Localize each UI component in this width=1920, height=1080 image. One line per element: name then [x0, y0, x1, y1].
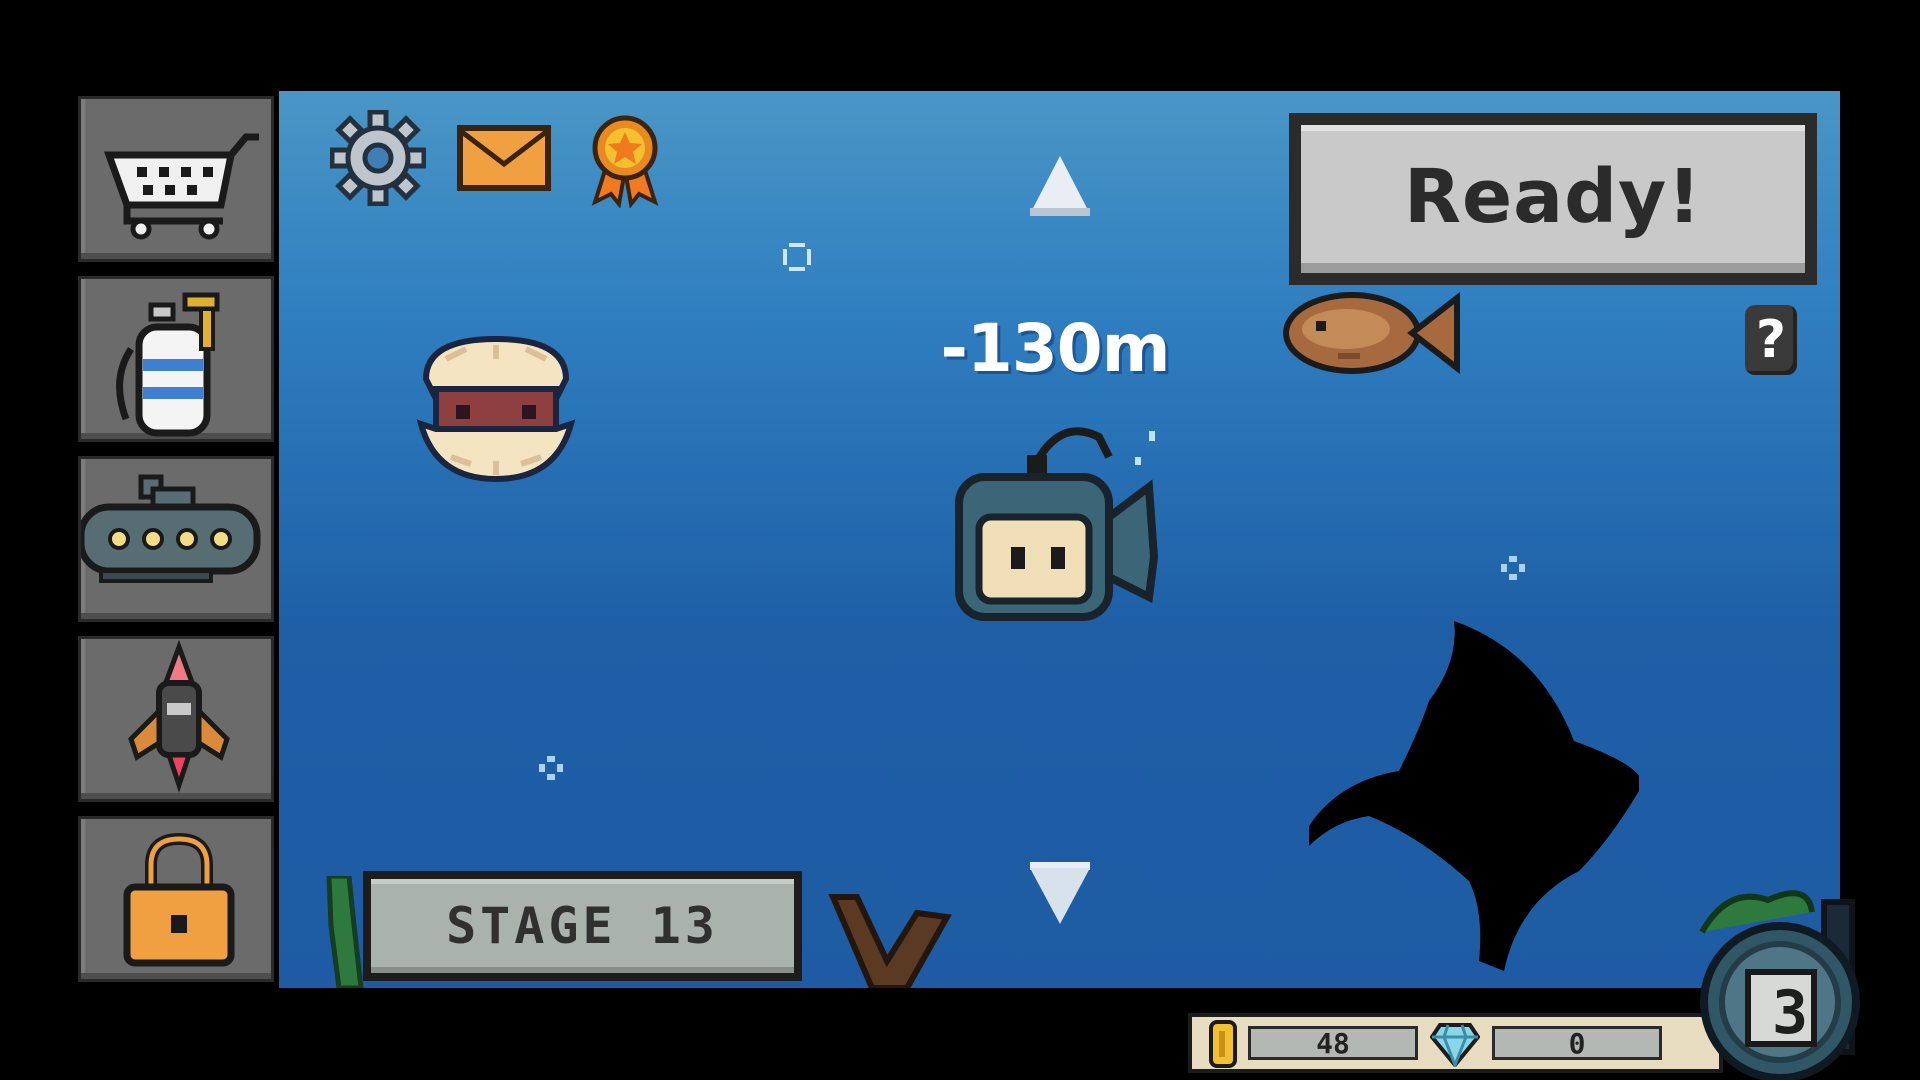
ready-button-label: Ready! — [1403, 154, 1703, 240]
timer-value: 3 — [1771, 978, 1809, 1048]
bubble-icon — [539, 756, 563, 780]
ready-button-face: Ready! — [1301, 125, 1805, 273]
locked-slot-button[interactable] — [78, 816, 274, 982]
gear-icon[interactable] — [330, 110, 426, 206]
bubble-icon — [783, 243, 811, 271]
shop-button[interactable] — [78, 96, 274, 262]
mail-icon[interactable] — [456, 124, 552, 192]
depth-indicator: -130m — [940, 310, 1171, 387]
coin-count: 48 — [1248, 1026, 1418, 1060]
clam-creature-icon — [416, 335, 576, 483]
help-button[interactable]: ? — [1745, 305, 1797, 375]
oxygen-tank-icon — [116, 292, 220, 437]
stage-label: STAGE 13 — [446, 896, 719, 955]
sidebar — [78, 96, 279, 982]
stage-panel: STAGE 13 — [363, 871, 802, 981]
stage-panel-face: STAGE 13 — [371, 879, 794, 973]
submarine-icon — [81, 474, 261, 583]
flatfish-icon — [1283, 291, 1460, 375]
currency-bar: 48 0 — [1188, 1013, 1723, 1073]
bubble-icon — [1501, 556, 1525, 580]
driftwood-branch-decoration — [828, 894, 952, 988]
depth-up-arrow[interactable] — [1024, 152, 1096, 222]
ready-button[interactable]: Ready! — [1289, 113, 1817, 285]
depth-down-arrow[interactable] — [1024, 858, 1096, 928]
gem-count: 0 — [1492, 1026, 1662, 1060]
oxygen-tank-button[interactable] — [78, 276, 274, 442]
shopping-cart-icon — [104, 133, 259, 240]
manta-ray-silhouette — [1309, 621, 1639, 971]
submarine-button[interactable] — [78, 456, 274, 622]
diver-submarine-icon — [955, 427, 1159, 621]
padlock-icon — [123, 832, 235, 967]
medal-icon[interactable] — [585, 112, 665, 208]
rocket-button[interactable] — [78, 636, 274, 802]
rocket-icon — [128, 639, 230, 793]
diamond-icon — [1430, 1023, 1480, 1067]
coin-icon — [1209, 1020, 1237, 1068]
